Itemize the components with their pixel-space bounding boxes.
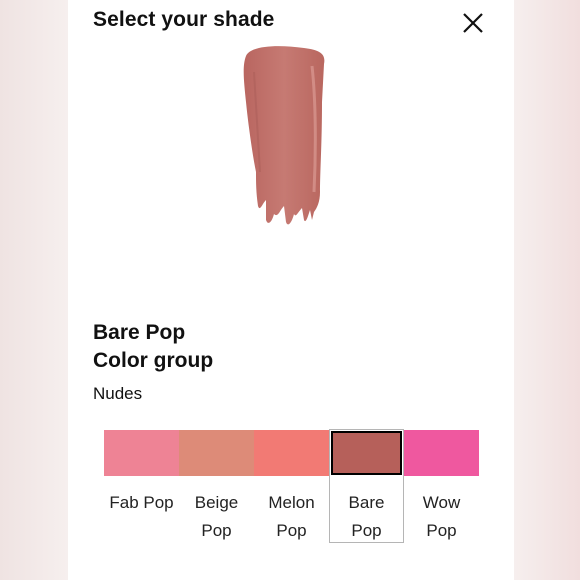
shade-label-line1: Bare — [348, 493, 385, 512]
close-icon — [463, 13, 483, 33]
shade-label-line2: Pop — [426, 521, 457, 540]
shade-label: Bare Pop — [325, 489, 408, 545]
shade-option-bare-pop[interactable]: Bare Pop — [329, 429, 404, 545]
color-group-value: Nudes — [93, 384, 143, 403]
shade-label-line1: Wow — [422, 493, 461, 512]
shade-swatch-image — [243, 46, 325, 225]
shade-chip — [104, 430, 179, 476]
shade-label: Wow Pop — [400, 489, 483, 545]
shade-name: Bare Pop — [93, 321, 186, 344]
close-button[interactable] — [460, 10, 486, 36]
shade-label: Melon Pop — [250, 489, 333, 545]
shade-chip — [179, 430, 254, 476]
page-title: Select your shade — [93, 8, 275, 31]
shade-label-line1: Fab Pop — [109, 493, 174, 512]
shade-label-line1: Beige — [194, 493, 239, 512]
shade-label-line2: Pop — [351, 521, 382, 540]
shade-picker: Fab Pop Beige Pop Melon Pop Bare Pop Wow… — [104, 429, 479, 545]
shade-option-melon-pop[interactable]: Melon Pop — [254, 429, 329, 545]
shade-selector-panel: Select your shade Bare Pop Color group N… — [68, 0, 514, 580]
shade-label-line1: Melon — [268, 493, 315, 512]
shade-label: Beige Pop — [175, 489, 258, 545]
shade-option-fab-pop[interactable]: Fab Pop — [104, 429, 179, 545]
color-group-label: Color group — [93, 349, 214, 372]
background-right — [514, 0, 580, 580]
shade-label-line2: Pop — [276, 521, 307, 540]
shade-label-line2: Pop — [201, 521, 232, 540]
background-left — [0, 0, 68, 580]
shade-chip — [254, 430, 329, 476]
shade-option-wow-pop[interactable]: Wow Pop — [404, 429, 479, 545]
shade-chip — [331, 431, 402, 475]
shade-option-beige-pop[interactable]: Beige Pop — [179, 429, 254, 545]
shade-chip — [404, 430, 479, 476]
shade-label: Fab Pop — [100, 489, 183, 517]
